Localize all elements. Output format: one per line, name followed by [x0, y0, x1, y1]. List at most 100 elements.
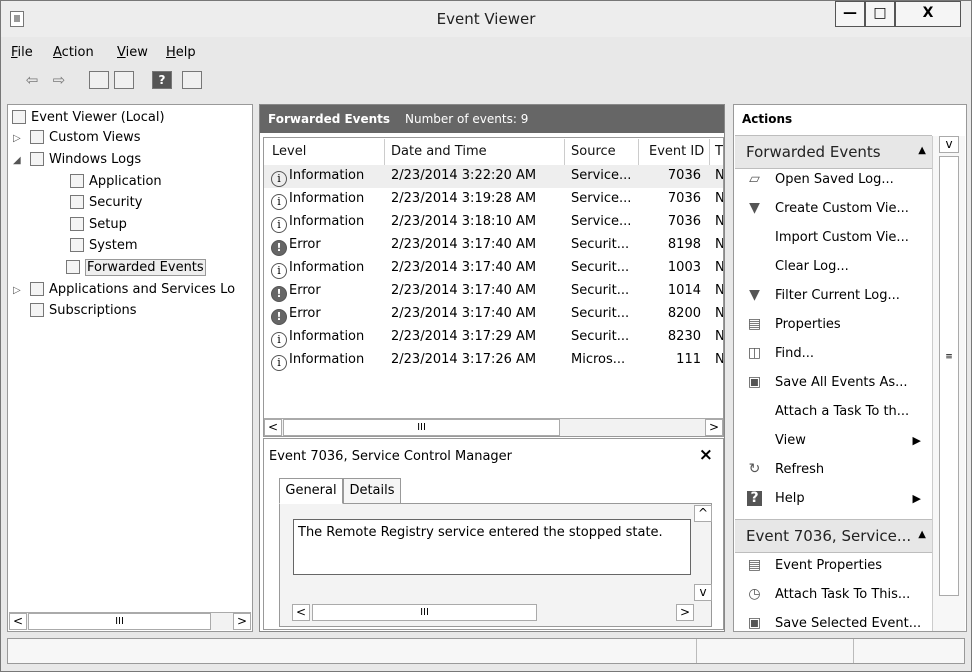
windows-logs-collapse-icon[interactable]: ◢ [13, 155, 21, 166]
event-section[interactable]: Event 7036, Service... ▲ [735, 519, 932, 553]
message-scroll-thumb[interactable]: III [312, 604, 537, 621]
events-horizontal-scrollbar[interactable]: < III > [264, 418, 723, 436]
tree-scroll-thumb[interactable]: III [28, 613, 211, 630]
save-all-events-action[interactable]: ▣ Save All Events As... [735, 368, 932, 397]
tree-horizontal-scrollbar[interactable]: < III > [9, 612, 251, 630]
message-scroll-right-button[interactable]: > [676, 604, 694, 621]
help-icon[interactable]: ? [152, 71, 172, 89]
level-cell: ! Error [271, 234, 383, 256]
tree-setup[interactable]: Setup [70, 216, 127, 236]
level-cell: i Information [271, 257, 383, 279]
column-divider [638, 139, 639, 165]
table-row[interactable]: i Information 2/23/2014 3:17:40 AM Securi… [264, 257, 723, 280]
error-icon: ! [271, 286, 287, 302]
table-row[interactable]: i Information 2/23/2014 3:17:29 AM Securi… [264, 326, 723, 349]
file-menu-label: ile [17, 45, 33, 60]
up-folder-icon[interactable] [89, 71, 109, 89]
clear-log-action[interactable]: Clear Log... [735, 252, 932, 281]
message-scroll-up-button[interactable]: ^ [694, 505, 712, 522]
menu-file[interactable]: File [11, 45, 33, 60]
event-id-cell: 1003 [667, 260, 701, 275]
column-event-id[interactable]: Event ID [649, 144, 704, 159]
level-cell: ! Error [271, 303, 383, 325]
help-menu-label: elp [175, 45, 196, 60]
attach-task-log-action[interactable]: Attach a Task To th... [735, 397, 932, 426]
table-row[interactable]: ! Error 2/23/2014 3:17:40 AM Securit... 8… [264, 303, 723, 326]
minimize-button[interactable]: — [835, 1, 865, 27]
folder-icon [30, 282, 44, 296]
event-detail-title: Event 7036, Service Control Manager [269, 449, 513, 464]
show-action-pane-icon[interactable] [182, 71, 202, 89]
date-cell: 2/23/2014 3:18:10 AM [391, 214, 537, 229]
menu-view[interactable]: View [117, 45, 148, 60]
actions-scroll-down-button[interactable]: v [939, 136, 959, 153]
tree-windows-logs[interactable]: Windows Logs [30, 151, 141, 171]
tree-application[interactable]: Application [70, 173, 162, 193]
collapse-section-icon[interactable]: ▲ [918, 529, 926, 540]
events-scroll-right-button[interactable]: > [705, 419, 723, 436]
table-row[interactable]: i Information 2/23/2014 3:19:28 AM Servic… [264, 188, 723, 211]
action-label: Attach Task To This... [775, 587, 911, 602]
task-cell: N [715, 260, 723, 275]
event-viewer-window: Event Viewer — □ X File Action View Help… [0, 0, 972, 672]
tab-details[interactable]: Details [343, 478, 401, 504]
date-cell: 2/23/2014 3:19:28 AM [391, 191, 537, 206]
event-properties-action[interactable]: ▤ Event Properties [735, 551, 932, 580]
close-details-icon[interactable]: × [699, 445, 713, 465]
collapse-section-icon[interactable]: ▲ [918, 145, 926, 156]
actions-vertical-scrollbar[interactable]: ^ ≡ v [932, 136, 965, 631]
column-source[interactable]: Source [571, 144, 616, 159]
refresh-action[interactable]: ↻ Refresh [735, 455, 932, 484]
show-hide-console-tree-icon[interactable] [114, 71, 134, 89]
filter-current-log-action[interactable]: ▼ Filter Current Log... [735, 281, 932, 310]
import-custom-view-action[interactable]: Import Custom Vie... [735, 223, 932, 252]
events-scroll-thumb[interactable]: III [283, 419, 560, 436]
help-action[interactable]: ? Help ▶ [735, 484, 932, 513]
back-icon[interactable]: ⇦ [22, 70, 42, 90]
action-label: Properties [775, 317, 841, 332]
column-divider [709, 139, 710, 165]
tree-security[interactable]: Security [70, 194, 142, 214]
properties-action[interactable]: ▤ Properties [735, 310, 932, 339]
maximize-button[interactable]: □ [865, 1, 895, 27]
column-task[interactable]: T [715, 144, 723, 159]
tab-general[interactable]: General [279, 478, 343, 504]
column-date-time[interactable]: Date and Time [391, 144, 487, 159]
tree-system[interactable]: System [70, 237, 137, 257]
table-row[interactable]: i Information 2/23/2014 3:18:10 AM Servic… [264, 211, 723, 234]
find-action[interactable]: ◫ Find... [735, 339, 932, 368]
events-scroll-left-button[interactable]: < [264, 419, 282, 436]
create-custom-view-action[interactable]: ▼ Create Custom Vie... [735, 194, 932, 223]
actions-scroll-thumb[interactable]: ≡ [939, 156, 959, 596]
menu-help[interactable]: Help [166, 45, 196, 60]
tree-subscriptions[interactable]: Subscriptions [30, 302, 137, 322]
custom-views-expand-icon[interactable]: ▷ [13, 133, 21, 144]
view-action[interactable]: View ▶ [735, 426, 932, 455]
message-scroll-down-button[interactable]: v [694, 584, 712, 601]
close-button[interactable]: X [895, 1, 961, 27]
forward-icon[interactable]: ⇨ [49, 70, 69, 90]
event-section-label: Event 7036, Service... [746, 527, 912, 545]
column-level[interactable]: Level [272, 144, 306, 159]
apps-services-expand-icon[interactable]: ▷ [13, 285, 21, 296]
message-scroll-left-button[interactable]: < [292, 604, 310, 621]
table-row[interactable]: i Information 2/23/2014 3:17:26 AM Micros… [264, 349, 723, 372]
action-label: View [775, 433, 806, 448]
tree-applications-services[interactable]: Applications and Services Lo [30, 281, 235, 301]
tree-root[interactable]: Event Viewer (Local) [12, 109, 165, 129]
open-saved-log-action[interactable]: ▱ Open Saved Log... [735, 165, 932, 194]
tree-scroll-left-button[interactable]: < [9, 613, 27, 630]
menu-action[interactable]: Action [53, 45, 94, 60]
table-row[interactable]: i Information 2/23/2014 3:22:20 AM Servic… [264, 165, 723, 188]
attach-task-event-action[interactable]: ◷ Attach Task To This... [735, 580, 932, 609]
table-row[interactable]: ! Error 2/23/2014 3:17:40 AM Securit... 1… [264, 280, 723, 303]
tree-system-label: System [89, 238, 138, 253]
table-row[interactable]: ! Error 2/23/2014 3:17:40 AM Securit... 8… [264, 234, 723, 257]
tree-forwarded-events[interactable]: Forwarded Events [66, 259, 206, 279]
source-cell: Service... [571, 168, 632, 183]
forwarded-events-section[interactable]: Forwarded Events ▲ [735, 135, 932, 169]
tree-scroll-right-button[interactable]: > [233, 613, 251, 630]
save-selected-event-action[interactable]: ▣ Save Selected Event... [735, 609, 932, 638]
source-cell: Securit... [571, 306, 630, 321]
tree-custom-views[interactable]: Custom Views [30, 129, 141, 149]
